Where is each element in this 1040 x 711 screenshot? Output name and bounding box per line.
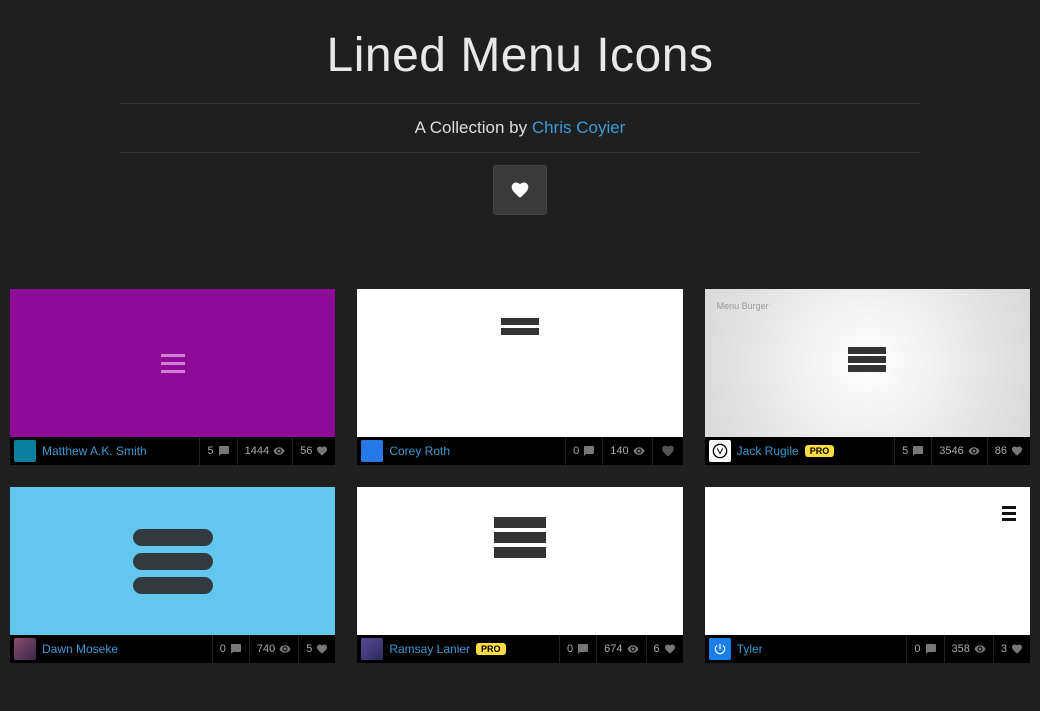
pen-preview[interactable]: Menu Burger [705, 289, 1030, 437]
pen-card: Tyler 0 358 3 [705, 487, 1030, 663]
loves-stat[interactable]: 6 [646, 635, 683, 663]
hamburger-icon [161, 349, 185, 378]
power-icon [713, 642, 727, 656]
pen-meta: Corey Roth 0 140 [357, 437, 682, 465]
pen-card: Ramsay Lanier PRO 0 674 6 [357, 487, 682, 663]
pen-author-link[interactable]: Corey Roth [389, 444, 450, 458]
eye-icon [627, 643, 639, 655]
subtitle-prefix: A Collection by [415, 118, 532, 137]
pen-meta: Dawn Moseke 0 740 5 [10, 635, 335, 663]
comments-stat[interactable]: 5 [894, 437, 931, 465]
loves-stat[interactable]: 86 [987, 437, 1030, 465]
author-link[interactable]: Chris Coyier [532, 118, 626, 137]
views-stat[interactable]: 674 [596, 635, 645, 663]
comments-stat[interactable]: 0 [559, 635, 596, 663]
pen-preview[interactable] [10, 289, 335, 437]
avatar[interactable] [709, 638, 731, 660]
eye-icon [273, 445, 285, 457]
comment-icon [218, 445, 230, 457]
comments-stat[interactable]: 5 [199, 437, 236, 465]
heart-icon [661, 444, 675, 458]
avatar[interactable] [14, 638, 36, 660]
pen-card: Menu Burger Jack Rugile PRO 5 3546 86 [705, 289, 1030, 465]
heart-icon [664, 643, 676, 655]
avatar[interactable] [709, 440, 731, 462]
pen-meta: Tyler 0 358 3 [705, 635, 1030, 663]
pen-meta: Jack Rugile PRO 5 3546 86 [705, 437, 1030, 465]
pen-author-link[interactable]: Ramsay Lanier [389, 642, 470, 656]
views-stat[interactable]: 358 [944, 635, 993, 663]
pen-meta: Matthew A.K. Smith 5 1444 56 [10, 437, 335, 465]
collection-subtitle: A Collection by Chris Coyier [0, 104, 1040, 152]
avatar[interactable] [14, 440, 36, 462]
preview-label: Menu Burger [717, 301, 769, 311]
loves-stat[interactable]: 56 [292, 437, 335, 465]
logo-icon [712, 443, 728, 459]
divider [120, 152, 920, 153]
views-stat[interactable]: 1444 [237, 437, 292, 465]
hamburger-icon [501, 315, 539, 437]
pen-preview[interactable] [10, 487, 335, 635]
comment-icon [230, 643, 242, 655]
heart-icon [1011, 445, 1023, 457]
pen-author-link[interactable]: Jack Rugile [737, 444, 799, 458]
loves-stat[interactable]: 5 [298, 635, 335, 663]
love-button[interactable] [652, 437, 683, 465]
eye-icon [633, 445, 645, 457]
avatar[interactable] [361, 440, 383, 462]
pen-author-link[interactable]: Matthew A.K. Smith [42, 444, 147, 458]
pro-badge: PRO [805, 445, 835, 457]
views-stat[interactable]: 740 [249, 635, 298, 663]
pen-author-link[interactable]: Tyler [737, 642, 763, 656]
comments-stat[interactable]: 0 [906, 635, 943, 663]
hamburger-icon [848, 345, 886, 374]
heart-icon [509, 180, 531, 200]
love-collection-button[interactable] [493, 165, 547, 215]
loves-stat[interactable]: 3 [993, 635, 1030, 663]
pens-grid: Matthew A.K. Smith 5 1444 56 Corey Roth … [0, 227, 1040, 693]
pen-preview[interactable] [357, 289, 682, 437]
eye-icon [968, 445, 980, 457]
hamburger-icon [494, 513, 546, 635]
comments-stat[interactable]: 0 [212, 635, 249, 663]
comment-icon [577, 643, 589, 655]
pro-badge: PRO [476, 643, 506, 655]
eye-icon [279, 643, 291, 655]
heart-icon [316, 445, 328, 457]
eye-icon [974, 643, 986, 655]
pen-preview[interactable] [705, 487, 1030, 635]
pen-card: Corey Roth 0 140 [357, 289, 682, 465]
views-stat[interactable]: 3546 [931, 437, 986, 465]
comments-stat[interactable]: 0 [565, 437, 602, 465]
pen-card: Dawn Moseke 0 740 5 [10, 487, 335, 663]
pen-meta: Ramsay Lanier PRO 0 674 6 [357, 635, 682, 663]
pen-card: Matthew A.K. Smith 5 1444 56 [10, 289, 335, 465]
comment-icon [912, 445, 924, 457]
views-stat[interactable]: 140 [602, 437, 651, 465]
collection-header: Lined Menu Icons A Collection by Chris C… [0, 0, 1040, 227]
hamburger-icon [133, 522, 213, 601]
comment-icon [583, 445, 595, 457]
avatar[interactable] [361, 638, 383, 660]
hamburger-icon [1002, 503, 1016, 524]
heart-icon [1011, 643, 1023, 655]
heart-icon [316, 643, 328, 655]
pen-preview[interactable] [357, 487, 682, 635]
collection-title: Lined Menu Icons [0, 28, 1040, 103]
pen-author-link[interactable]: Dawn Moseke [42, 642, 118, 656]
comment-icon [925, 643, 937, 655]
